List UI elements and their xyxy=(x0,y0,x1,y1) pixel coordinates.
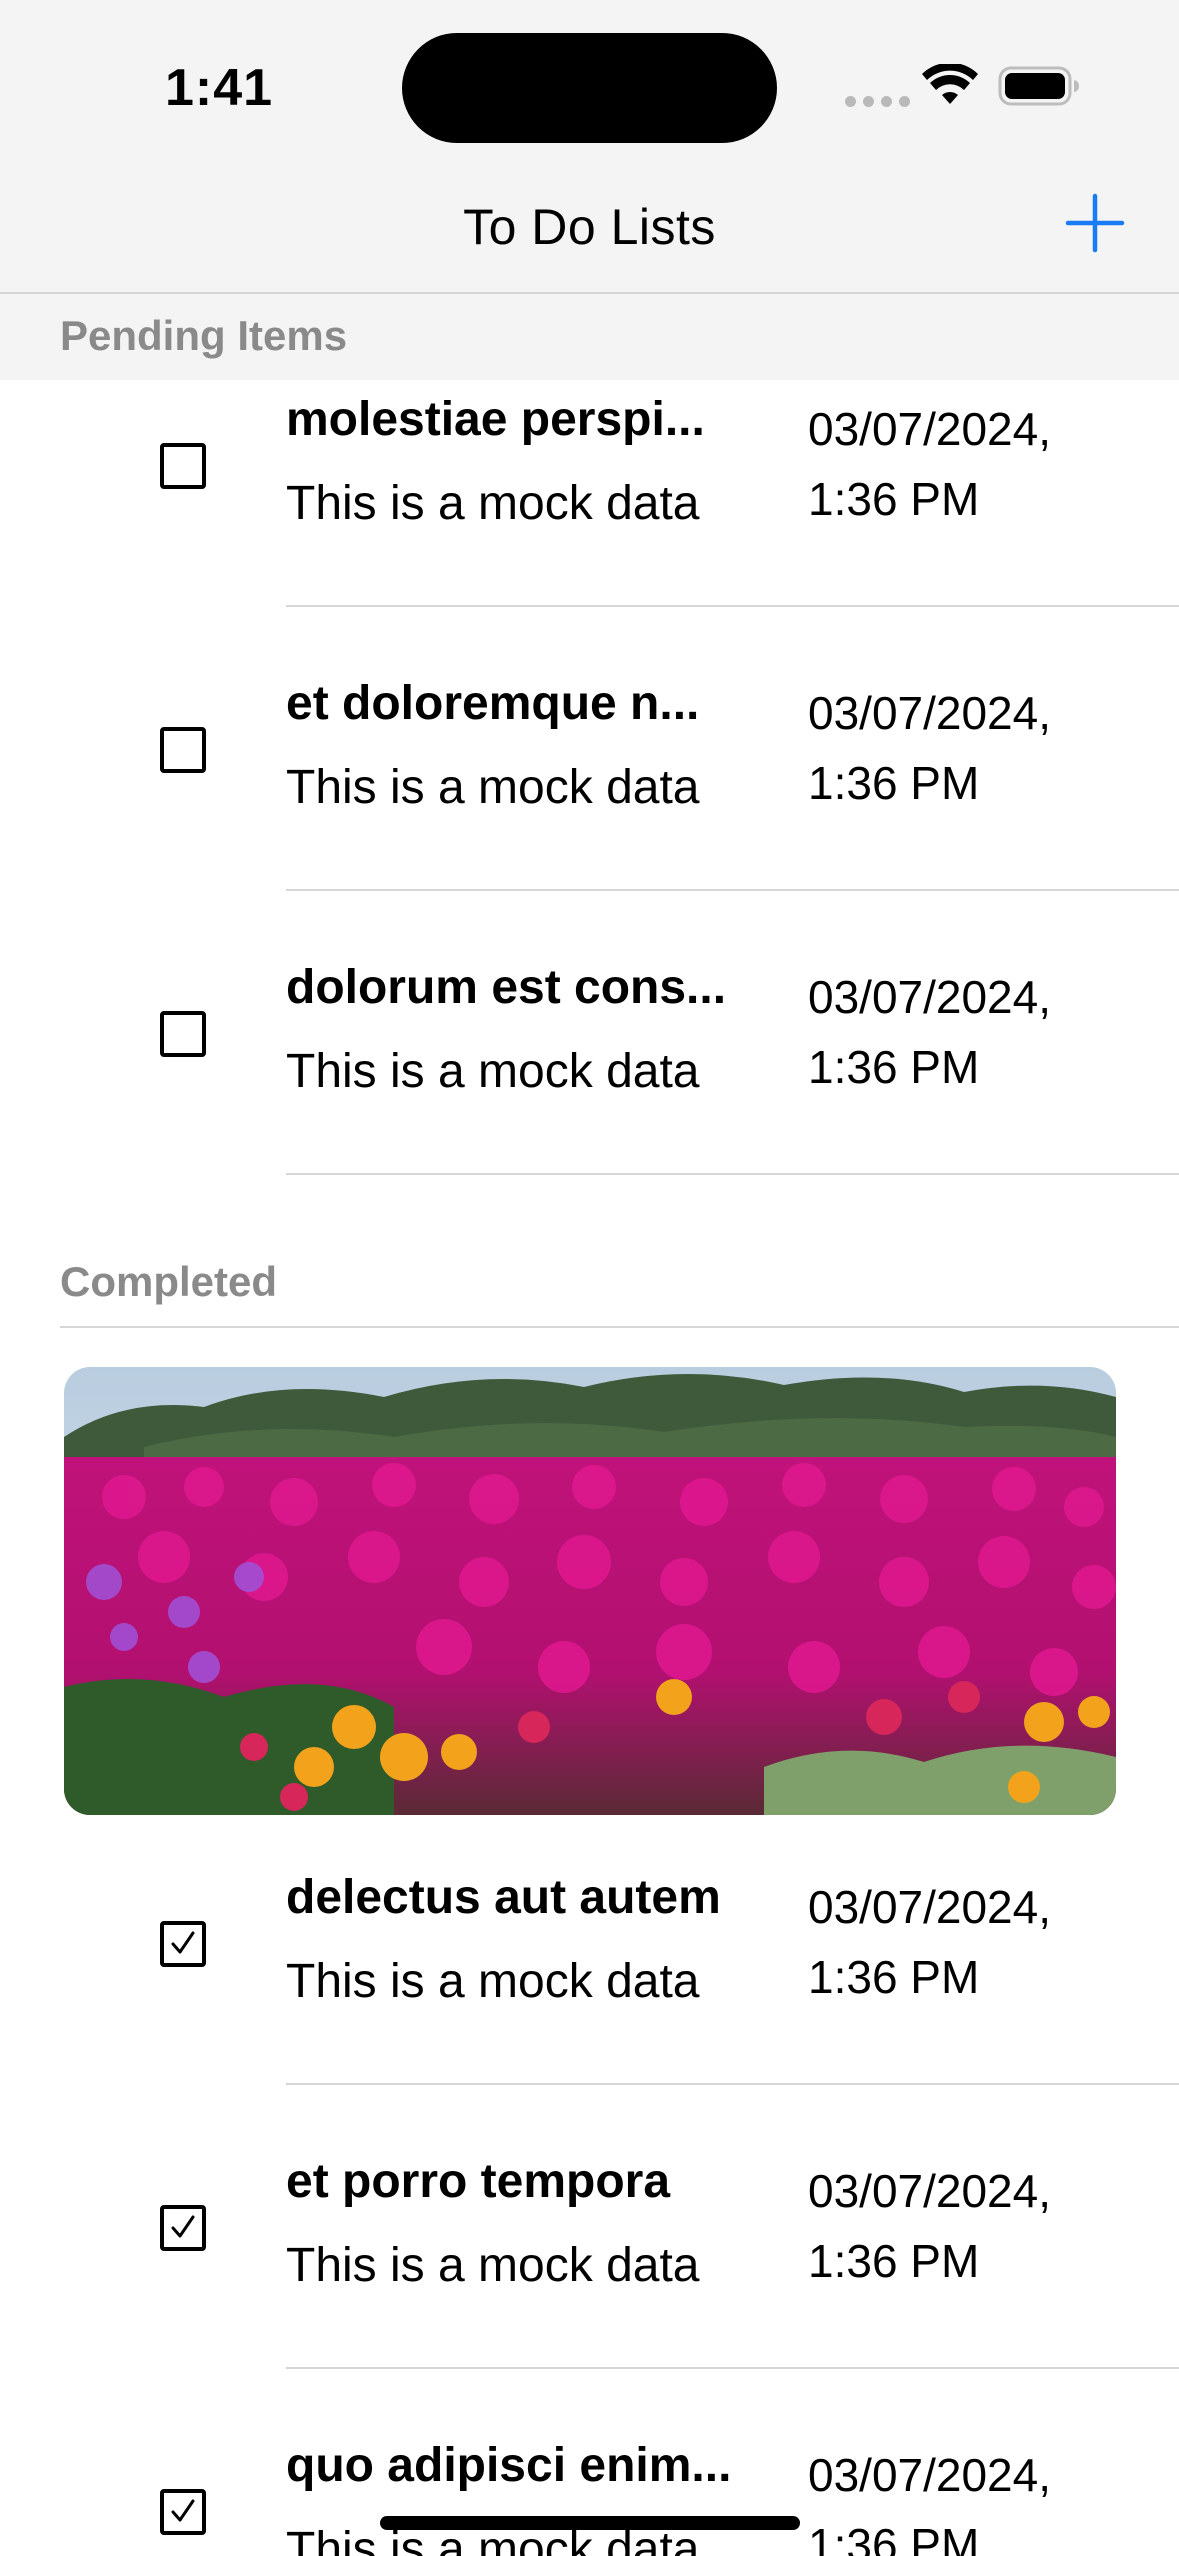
checkbox-checked[interactable] xyxy=(160,1921,206,1967)
item-title: et doloremque n... xyxy=(286,677,700,730)
dynamic-island xyxy=(402,33,777,143)
home-indicator[interactable] xyxy=(380,2516,800,2530)
item-date-time: 1:36 PM xyxy=(808,1041,980,1093)
item-date-day: 03/07/2024, xyxy=(808,687,1052,739)
wifi-icon xyxy=(922,64,978,104)
section-title-completed: Completed xyxy=(60,1258,278,1305)
list-item[interactable]: et porro tempora This is a mock data 03/… xyxy=(0,2142,1179,2426)
list-item[interactable]: dolorum est cons... This is a mock data … xyxy=(0,948,1179,1232)
item-date: 03/07/2024, 1:36 PM xyxy=(808,962,1168,1102)
item-date-day: 03/07/2024, xyxy=(808,2449,1052,2501)
cellular-signal-icon xyxy=(845,96,910,107)
list-item[interactable]: delectus aut autem This is a mock data 0… xyxy=(0,1858,1179,2142)
page-title: To Do Lists xyxy=(463,199,716,255)
item-date-time: 1:36 PM xyxy=(808,757,980,809)
navigation-bar: To Do Lists xyxy=(0,180,1179,294)
item-subtitle: This is a mock data xyxy=(286,477,700,530)
item-date-time: 1:36 PM xyxy=(808,473,980,525)
checkbox-unchecked[interactable] xyxy=(160,1011,206,1057)
item-subtitle: This is a mock data xyxy=(286,2239,700,2292)
checkbox-checked[interactable] xyxy=(160,2489,206,2535)
item-date: 03/07/2024, 1:36 PM xyxy=(808,678,1168,818)
item-date: 03/07/2024, 1:36 PM xyxy=(808,2156,1168,2296)
item-title: molestiae perspi... xyxy=(286,393,705,446)
item-title: delectus aut autem xyxy=(286,1871,721,1924)
plus-icon[interactable] xyxy=(1064,192,1126,254)
flower-field-image xyxy=(64,1367,1116,1815)
checkbox-checked[interactable] xyxy=(160,2205,206,2251)
item-date: 03/07/2024, 1:36 PM xyxy=(808,2440,1168,2556)
item-date-time: 1:36 PM xyxy=(808,2519,980,2556)
item-subtitle: This is a mock data xyxy=(286,761,700,814)
item-subtitle: This is a mock data xyxy=(286,1045,700,1098)
item-date-time: 1:36 PM xyxy=(808,1951,980,2003)
item-title: dolorum est cons... xyxy=(286,961,727,1014)
row-separator xyxy=(286,889,1179,891)
section-title-pending: Pending Items xyxy=(60,312,348,359)
item-date: 03/07/2024, 1:36 PM xyxy=(808,394,1168,534)
item-date-day: 03/07/2024, xyxy=(808,403,1052,455)
row-separator xyxy=(286,605,1179,607)
list-item[interactable]: quo adipisci enim... This is a mock data… xyxy=(0,2426,1179,2556)
item-date-day: 03/07/2024, xyxy=(808,2165,1052,2217)
item-date-time: 1:36 PM xyxy=(808,2235,980,2287)
checkbox-unchecked[interactable] xyxy=(160,727,206,773)
checkmark-icon xyxy=(171,2499,195,2522)
checkmark-icon xyxy=(171,1931,195,1954)
item-date-day: 03/07/2024, xyxy=(808,1881,1052,1933)
item-title: quo adipisci enim... xyxy=(286,2439,732,2492)
item-date: 03/07/2024, 1:36 PM xyxy=(808,1872,1168,2012)
row-separator xyxy=(286,2367,1179,2369)
row-separator xyxy=(286,1173,1179,1175)
status-time: 1:41 xyxy=(165,59,274,117)
list-item[interactable]: et doloremque n... This is a mock data 0… xyxy=(0,664,1179,948)
item-date-day: 03/07/2024, xyxy=(808,971,1052,1023)
battery-icon xyxy=(998,66,1079,106)
list-item[interactable]: molestiae perspi... This is a mock data … xyxy=(0,380,1179,664)
item-subtitle: This is a mock data xyxy=(286,1955,700,2008)
checkmark-icon xyxy=(171,2215,195,2238)
status-bar: 1:41 xyxy=(0,0,1179,180)
row-separator xyxy=(286,2083,1179,2085)
item-title: et porro tempora xyxy=(286,2155,671,2208)
checkbox-unchecked[interactable] xyxy=(160,443,206,489)
section-header-pending: Pending Items xyxy=(0,294,1179,380)
section-divider xyxy=(60,1326,1179,1328)
